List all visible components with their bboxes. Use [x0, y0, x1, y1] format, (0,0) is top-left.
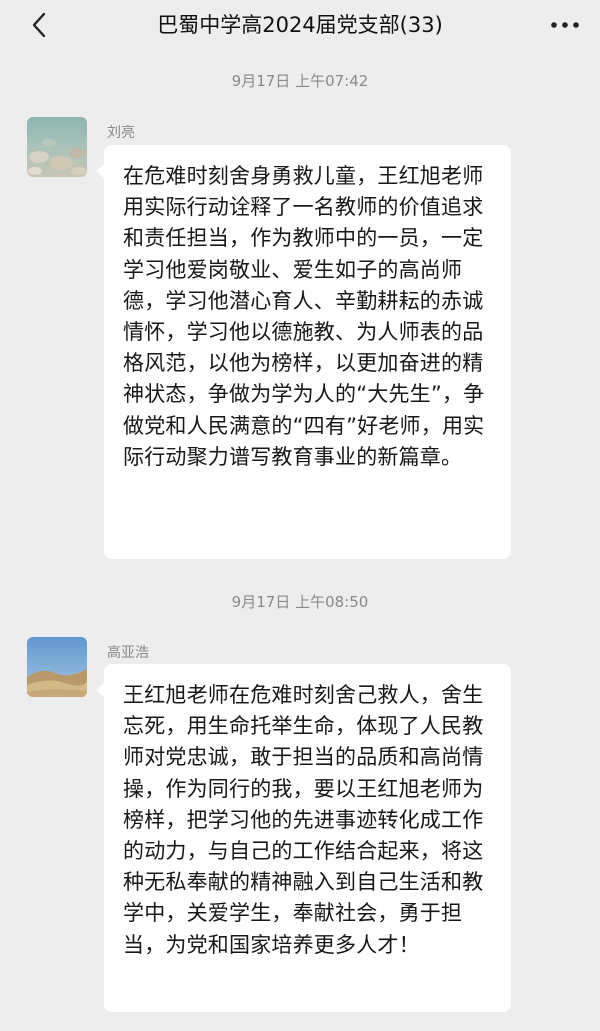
avatar[interactable]: [27, 117, 87, 177]
chat-header: 巴蜀中学高2024届党支部(33): [0, 0, 600, 50]
message-text: 在危难时刻舍身勇救儿童，王红旭老师用实际行动诠释了一名教师的价值追求和责任担当，…: [123, 164, 485, 469]
message-timestamp: 9月17日 上午08:50: [231, 593, 369, 611]
message-text: 王红旭老师在危难时刻舍己救人，舍生忘死，用生命托举生命，体现了人民教师对党忠诚，…: [123, 683, 484, 957]
more-button[interactable]: [548, 12, 582, 38]
sender-name: 刘亮: [107, 125, 135, 141]
chat-title: 巴蜀中学高2024届党支部(33): [157, 13, 443, 37]
avatar-desert-photo: [27, 637, 87, 697]
avatar[interactable]: [27, 637, 87, 697]
avatar-rocks-photo: [27, 117, 87, 177]
message-bubble[interactable]: 王红旭老师在危难时刻舍己救人，舍生忘死，用生命托举生命，体现了人民教师对党忠诚，…: [96, 664, 511, 1012]
message-bubble[interactable]: 在危难时刻舍身勇救儿童，王红旭老师用实际行动诠释了一名教师的价值追求和责任担当，…: [96, 145, 511, 559]
sender-name: 高亚浩: [107, 645, 149, 661]
message-timestamp: 9月17日 上午07:42: [231, 72, 369, 90]
more-dots-icon: [551, 22, 579, 28]
